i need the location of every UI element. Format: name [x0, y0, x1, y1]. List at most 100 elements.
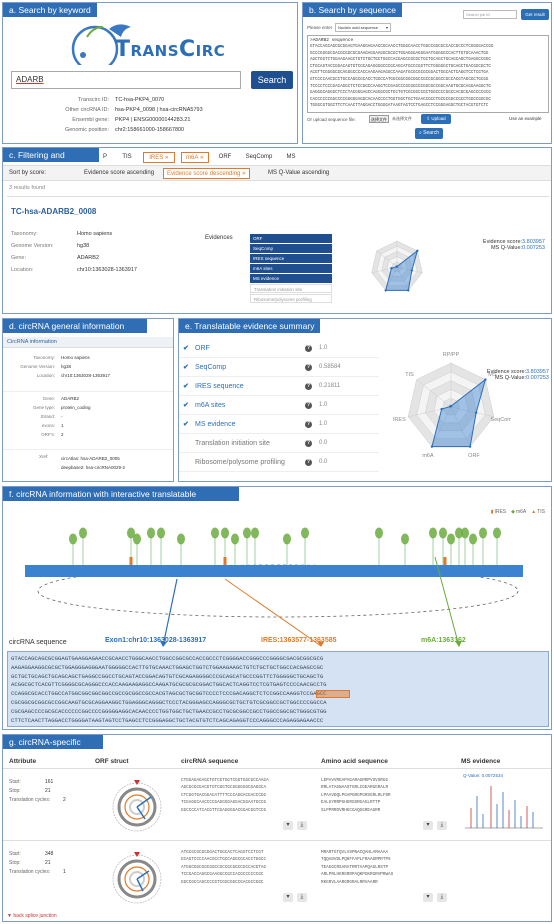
m6a-site-marker[interactable] — [479, 527, 487, 539]
m6a-label[interactable]: m6A:1363162 — [421, 637, 466, 644]
ires-marker[interactable] — [443, 557, 447, 565]
orf-nt-line: TCGAGGCAACCCCGAGGGGAGGACGGAATGCCG — [181, 800, 267, 806]
sort-option[interactable]: Evidence score descending ✕ — [163, 168, 250, 179]
orf-struct-diagram — [112, 852, 162, 904]
m6a-site-marker[interactable] — [243, 527, 251, 539]
sort-option[interactable]: MS Q-Value ascending — [265, 168, 332, 179]
upload-button[interactable]: ⇪ Upload — [421, 114, 451, 124]
evidence-badge[interactable]: m6A sites — [250, 264, 332, 273]
m6a-site-marker[interactable] — [283, 533, 291, 545]
info-row: Location: chr10:1363028-1363917 — [3, 371, 173, 380]
help-icon[interactable]: ? — [305, 440, 312, 447]
filter-tag-label: m6A — [186, 155, 199, 161]
ires-marker[interactable] — [129, 557, 133, 565]
exon-label[interactable]: Exon1:chr10:1363028-1363917 — [105, 637, 206, 644]
filter-tag-tis[interactable]: TIS — [117, 152, 137, 163]
ires-marker[interactable] — [223, 557, 227, 565]
sort-option[interactable]: Evidence score ascending — [81, 168, 157, 179]
ires-label[interactable]: IRES:1363577-1363585 — [261, 637, 337, 644]
no-file-label: 未选择文件 — [392, 116, 412, 121]
m6a-site-marker[interactable] — [493, 527, 501, 539]
evidence-badge[interactable]: SeqComp — [250, 244, 332, 253]
xref-link[interactable]: deepbase2: hsa-circRNA0029-2 — [61, 463, 125, 472]
evidence-badge[interactable]: Ribosome/polysome profiling — [250, 294, 332, 303]
orf-nt-sequence: ATGCGCGCGCGGACTGGCACTCAGGTCCTCGT GCAGTCCC… — [181, 849, 311, 886]
get-result-button[interactable]: Get result — [521, 9, 549, 20]
seq-lines: GTACCAGCAGCGCGGAGTGAAGGAGAACCGCAACCTGGGC… — [310, 44, 546, 110]
chevron-down-icon[interactable]: ▾ — [283, 893, 293, 902]
m6a-site-marker[interactable] — [133, 533, 141, 545]
field-label: Ensembl gene: — [72, 117, 109, 123]
m6a-site-marker[interactable] — [157, 527, 165, 539]
back-splice-marker — [134, 852, 140, 857]
info-label: exons: — [41, 423, 55, 428]
m6a-site-marker[interactable] — [447, 533, 455, 545]
m6a-site-marker[interactable] — [211, 527, 219, 539]
m6a-site-marker[interactable] — [147, 527, 155, 539]
chevron-down-icon[interactable]: ▾ — [423, 893, 433, 902]
help-icon[interactable]: ? — [305, 345, 312, 352]
evidence-badge[interactable]: ORF — [250, 234, 332, 243]
sequence-type-select[interactable]: Nucleic acid sequence ▾ — [335, 23, 391, 32]
evidence-badge[interactable]: MS evidence — [250, 274, 332, 283]
filter-tag-p[interactable]: P — [99, 152, 111, 163]
evidence-value: 1.0 — [319, 345, 328, 351]
chevron-down-icon: ▾ — [385, 25, 388, 30]
m6a-site-marker[interactable] — [231, 533, 239, 545]
filter-tag-orf[interactable]: ORF — [215, 152, 235, 163]
sequence-textarea[interactable]: >ADARB2 sequence GTACCAGCAGCGCGGAGTGAAGG… — [307, 35, 549, 113]
radar-axis-label: RP/PP — [443, 352, 460, 358]
circrna-seq-line: ACGGCGCTCACGTTCGGGGCGCAGGGCCCACCAAGAAGAG… — [11, 681, 327, 689]
exon-block[interactable] — [25, 565, 523, 577]
m6a-site-marker[interactable] — [469, 533, 477, 545]
info-label: Strand: — [40, 414, 55, 419]
seq-line: GTCCCCAACGCCTGCCAGGCGCACCTGGCCATGGCGGCGG… — [310, 77, 489, 82]
xref-link[interactable]: circAtlas: hsa-ADARB2_0005 — [61, 454, 125, 463]
filter-tag-m6a[interactable]: m6A ✕ — [181, 152, 209, 163]
m6a-site-marker[interactable] — [79, 527, 87, 539]
job-id-input[interactable]: Search job ID — [463, 10, 517, 19]
info-row: Gene: ADARB2 — [3, 394, 173, 403]
filter-tag-seqcomp[interactable]: SeqComp — [241, 152, 277, 163]
m6a-site-marker[interactable] — [251, 527, 259, 539]
evidence-summary-row: Translation initiation site? 0.0 — [179, 434, 379, 453]
m6a-site-marker[interactable] — [301, 527, 309, 539]
evidence-value: 0.0 — [319, 440, 328, 446]
download-icon[interactable]: ⤓ — [297, 893, 307, 902]
evidence-badge[interactable]: Translation initiation site — [250, 284, 332, 293]
m6a-site-marker[interactable] — [461, 527, 469, 539]
chevron-down-icon[interactable]: ▾ — [423, 821, 433, 830]
download-icon[interactable]: ⤓ — [437, 821, 447, 830]
close-icon[interactable]: ✕ — [240, 171, 246, 177]
m6a-site-marker[interactable] — [429, 527, 437, 539]
close-icon[interactable]: ✕ — [198, 155, 204, 161]
m6a-site-marker[interactable] — [177, 533, 185, 545]
m6a-site-marker[interactable] — [375, 527, 383, 539]
close-icon[interactable]: ✕ — [163, 155, 169, 161]
xref-list: circAtlas: hsa-ADARB2_0005 deepbase2: hsa… — [61, 454, 125, 472]
download-icon[interactable]: ⤓ — [297, 821, 307, 830]
help-icon[interactable]: ? — [305, 402, 312, 409]
chevron-down-icon[interactable]: ▾ — [283, 821, 293, 830]
filter-tag-ires[interactable]: IRES ✕ — [143, 152, 175, 163]
help-icon[interactable]: ? — [305, 459, 312, 466]
help-icon[interactable]: ? — [305, 364, 312, 371]
m6a-site-marker[interactable] — [401, 533, 409, 545]
circrna-sequence-box[interactable]: GTACCAGCAGCGCGGAGTGAAGGAGAACCGCAACCTGGGC… — [7, 651, 549, 727]
choose-file-button[interactable]: 选择文件 — [369, 115, 389, 123]
use-example-link[interactable]: Use an example — [509, 116, 542, 121]
m6a-site-marker[interactable] — [439, 527, 447, 539]
result-id[interactable]: TC-hsa-ADARB2_0008 — [11, 207, 96, 216]
filter-tag-ms[interactable]: MS — [283, 152, 299, 163]
download-icon[interactable]: ⤓ — [437, 893, 447, 902]
keyword-search-button[interactable]: Search — [251, 71, 293, 89]
evidence-badge[interactable]: IRES sequence — [250, 254, 332, 263]
keyword-search-input[interactable]: ADARB — [11, 71, 241, 89]
evidences-label: Evidences — [205, 235, 233, 241]
result-card[interactable]: TC-hsa-ADARB2_0008 Taxonomy: Homo sapiens… — [7, 196, 549, 312]
sequence-search-button[interactable]: ⌕ Search — [415, 128, 443, 139]
m6a-site-marker[interactable] — [69, 533, 77, 545]
help-icon[interactable]: ? — [305, 383, 312, 390]
help-icon[interactable]: ? — [305, 421, 312, 428]
m6a-site-marker[interactable] — [221, 527, 229, 539]
